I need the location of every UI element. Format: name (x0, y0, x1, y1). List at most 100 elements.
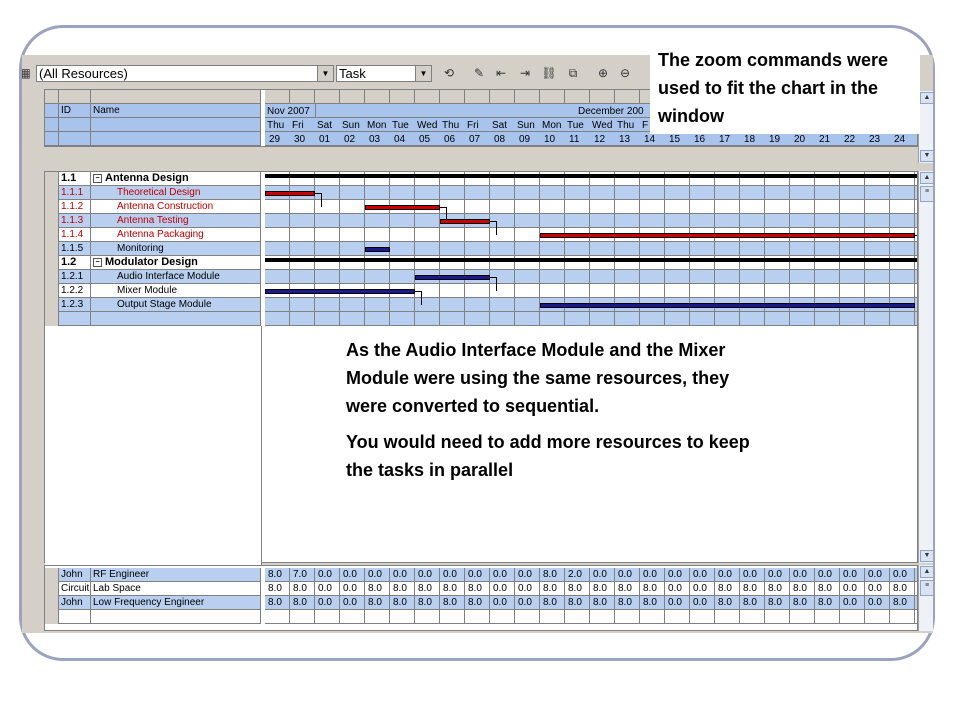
hours-cell[interactable]: 7.0 (290, 568, 315, 582)
hours-cell[interactable]: 0.0 (390, 568, 415, 582)
hours-cell[interactable]: 8.0 (640, 582, 665, 596)
hours-cell[interactable]: 8.0 (265, 582, 290, 596)
task-bar[interactable] (265, 289, 415, 294)
hours-cell[interactable] (340, 610, 365, 624)
task-bar[interactable] (440, 219, 490, 224)
hours-cell[interactable]: 8.0 (365, 596, 390, 610)
collapse-icon[interactable]: − (93, 173, 102, 183)
hours-cell[interactable]: 8.0 (415, 596, 440, 610)
hours-cell[interactable]: 0.0 (440, 568, 465, 582)
task-bar[interactable] (365, 205, 440, 210)
hours-cell[interactable] (365, 610, 390, 624)
task-id[interactable]: 1.1.1 (59, 186, 91, 200)
task-name[interactable]: Output Stage Module (91, 298, 261, 312)
hours-cell[interactable]: 0.0 (715, 568, 740, 582)
hours-cell[interactable]: 2.0 (565, 568, 590, 582)
task-bar[interactable] (265, 191, 315, 196)
task-name[interactable]: Audio Interface Module (91, 270, 261, 284)
hours-cell[interactable] (690, 610, 715, 624)
scroll-up-icon[interactable]: ▲ (920, 92, 933, 104)
hours-cell[interactable]: 0.0 (340, 596, 365, 610)
hours-cell[interactable]: 0.0 (815, 568, 840, 582)
hours-cell[interactable] (315, 610, 340, 624)
scroll-thumb[interactable]: ≡ (920, 580, 933, 596)
hours-cell[interactable]: 8.0 (590, 582, 615, 596)
hours-cell[interactable]: 8.0 (815, 582, 840, 596)
hours-cell[interactable]: 0.0 (840, 568, 865, 582)
hours-cell[interactable] (440, 610, 465, 624)
resource-filter-combo[interactable]: (All Resources) ▼ (36, 65, 334, 82)
hours-cell[interactable] (740, 610, 765, 624)
hours-cell[interactable]: 8.0 (715, 596, 740, 610)
resource-who[interactable]: Circuit (59, 582, 91, 596)
task-name[interactable]: Monitoring (91, 242, 261, 256)
hours-cell[interactable] (390, 610, 415, 624)
hours-cell[interactable]: 8.0 (290, 582, 315, 596)
task-name[interactable]: Antenna Construction (91, 200, 261, 214)
hours-cell[interactable]: 8.0 (265, 596, 290, 610)
hours-cell[interactable] (540, 610, 565, 624)
header-scrollbar[interactable]: ▲ ▼ (918, 91, 933, 163)
hours-cell[interactable]: 0.0 (765, 568, 790, 582)
indent-icon[interactable]: ⇥ (516, 65, 534, 81)
hours-cell[interactable]: 8.0 (390, 596, 415, 610)
hours-cell[interactable] (515, 610, 540, 624)
task-id[interactable]: 1.1.3 (59, 214, 91, 228)
hours-cell[interactable]: 0.0 (490, 596, 515, 610)
hours-cell[interactable] (615, 610, 640, 624)
hours-cell[interactable]: 0.0 (665, 568, 690, 582)
resource-role[interactable] (91, 610, 261, 624)
hours-cell[interactable]: 0.0 (865, 568, 890, 582)
hours-cell[interactable]: 0.0 (315, 582, 340, 596)
hours-cell[interactable]: 0.0 (515, 596, 540, 610)
hours-cell[interactable]: 0.0 (865, 582, 890, 596)
task-id[interactable]: 1.1 (59, 172, 91, 186)
resource-who[interactable]: John (59, 568, 91, 582)
hours-cell[interactable]: 8.0 (790, 582, 815, 596)
hours-cell[interactable]: 0.0 (690, 568, 715, 582)
hours-cell[interactable]: 8.0 (440, 582, 465, 596)
hours-cell[interactable]: 8.0 (390, 582, 415, 596)
task-name[interactable]: Theoretical Design (91, 186, 261, 200)
hours-cell[interactable]: 0.0 (515, 568, 540, 582)
hours-cell[interactable] (465, 610, 490, 624)
scroll-up-icon[interactable]: ▲ (920, 172, 933, 184)
resource-role[interactable]: Low Frequency Engineer (91, 596, 261, 610)
hours-cell[interactable] (765, 610, 790, 624)
hours-cell[interactable]: 8.0 (590, 596, 615, 610)
hours-cell[interactable]: 8.0 (640, 596, 665, 610)
task-bar[interactable] (365, 247, 390, 252)
hours-cell[interactable] (715, 610, 740, 624)
hours-cell[interactable]: 8.0 (815, 596, 840, 610)
hours-cell[interactable] (815, 610, 840, 624)
task-name[interactable]: Mixer Module (91, 284, 261, 298)
hours-cell[interactable]: 8.0 (440, 596, 465, 610)
hours-cell[interactable]: 8.0 (465, 582, 490, 596)
hours-cell[interactable]: 8.0 (540, 582, 565, 596)
resource-scrollbar[interactable]: ▲ ≡ (918, 565, 933, 631)
hours-cell[interactable]: 8.0 (740, 582, 765, 596)
hours-cell[interactable] (840, 610, 865, 624)
hours-cell[interactable]: 0.0 (490, 568, 515, 582)
zoom-out-icon[interactable]: ⊖ (616, 65, 634, 81)
hours-cell[interactable]: 8.0 (740, 596, 765, 610)
unlink-icon[interactable]: ⧉ (564, 65, 582, 81)
hours-cell[interactable] (565, 610, 590, 624)
task-id[interactable]: 1.1.2 (59, 200, 91, 214)
refresh-icon[interactable]: ⟲ (440, 65, 458, 81)
task-id[interactable]: 1.1.5 (59, 242, 91, 256)
hours-cell[interactable]: 0.0 (315, 596, 340, 610)
hours-cell[interactable]: 0.0 (365, 568, 390, 582)
hours-cell[interactable] (265, 610, 290, 624)
task-id[interactable]: 1.2.1 (59, 270, 91, 284)
hours-cell[interactable]: 8.0 (765, 582, 790, 596)
chevron-down-icon[interactable]: ▼ (415, 66, 431, 81)
task-bar[interactable] (415, 275, 490, 280)
hours-cell[interactable] (590, 610, 615, 624)
hours-cell[interactable] (640, 610, 665, 624)
link-icon[interactable]: ⛓ (540, 65, 558, 81)
hours-cell[interactable]: 0.0 (840, 596, 865, 610)
hours-cell[interactable]: 8.0 (540, 596, 565, 610)
hours-cell[interactable]: 0.0 (790, 568, 815, 582)
hours-cell[interactable]: 8.0 (415, 582, 440, 596)
